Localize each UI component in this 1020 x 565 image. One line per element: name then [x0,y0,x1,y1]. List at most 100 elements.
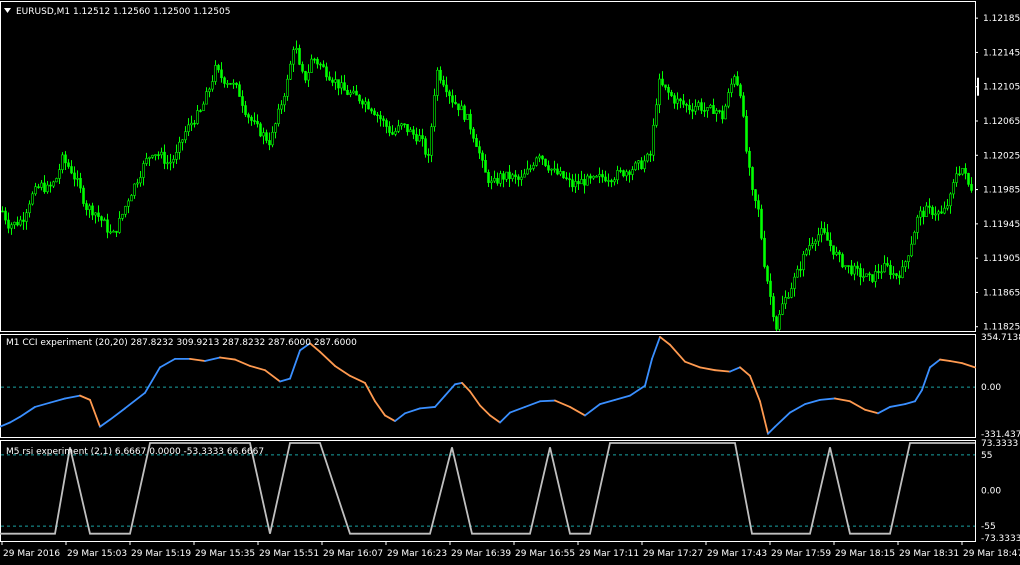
candle-body [805,249,808,255]
candle-body [595,175,598,178]
candle-body [484,160,487,173]
candle-body [517,176,520,180]
candle-body [532,165,535,169]
candle-body [589,175,592,179]
candle-body [526,168,529,175]
candle-body [97,212,100,217]
candle-body [649,153,652,156]
candle-body [319,63,322,66]
pane-1-frame [0,334,976,438]
candle-body [13,221,16,226]
candle-body [619,170,622,172]
candle-body [340,82,343,89]
candle-body [88,205,91,210]
chart-window[interactable]: 1.12185 1.12145 1.12105 1.12065 1.12025 1.119… [0,0,1020,565]
candle-body [775,316,778,330]
candle-body [40,182,43,188]
cci-segment [864,408,879,415]
candle-body [910,243,913,257]
candle-body [46,184,49,193]
candle-body [700,102,703,111]
candle-body [493,178,496,182]
candle-body [52,181,55,187]
candle-body [703,110,706,112]
candle-body [466,113,469,120]
cci-segment [759,400,769,435]
candle-body [58,169,61,179]
candle-body [616,170,619,181]
candle-body [730,83,733,93]
cci-segment [849,400,866,411]
candle-body [823,228,826,233]
candle-body [733,76,736,85]
candle-body [115,230,118,233]
candle-body [34,186,37,195]
cci-segment [109,407,126,421]
cci-segment [99,418,111,428]
cci-indicator-title: M1 CCI experiment (20,20) 287.8232 309.9… [6,338,357,348]
cci-segment [469,390,481,407]
candle-body [955,173,958,183]
candle-body [451,95,454,103]
cci-segment [669,343,686,363]
candle-body [148,156,151,159]
candle-body [10,224,13,229]
cci-segment [889,403,906,408]
candle-body [919,210,922,218]
candle-body [298,48,301,65]
candle-body [229,83,232,85]
candle-body [406,124,409,133]
cci-segment [404,407,421,415]
cci-segment [144,366,161,394]
candle-body [970,184,973,191]
candle-body [391,132,394,135]
candle-body [637,160,640,164]
cci-segment [789,403,806,414]
cci-segment [499,411,511,424]
candle-body [316,58,319,65]
candle-body [811,243,814,246]
candle-body [124,205,127,215]
candle-body [769,280,772,297]
cci-segment [479,404,491,417]
cci-segment [684,360,701,369]
candle-body [430,126,433,156]
price-tick-label: 1.12185 [983,14,1020,24]
candle-body [625,171,628,177]
candle-body [118,218,121,233]
candle-body [697,102,700,107]
candle-body [205,91,208,105]
cci-tick-label: 354.7138 [981,333,1020,343]
candle-body [250,116,253,121]
triangle-down-icon[interactable] [4,8,11,13]
candle-body [85,203,88,210]
candle-body [550,168,553,171]
candle-body [640,160,643,170]
rsi-tick-label: 0.00 [981,487,1001,497]
candle-body [76,178,79,180]
rsi-indicator-title: M5 rsi experiment (2,1) 6.6667 0.0000 -5… [6,447,264,457]
candle-body [940,211,943,214]
candle-body [478,146,481,154]
cci-segment [877,406,891,415]
candle-body [181,139,184,143]
candle-body [64,154,67,164]
candle-body [61,154,64,170]
time-tick-label: 29 Mar 16:23 [387,549,447,559]
candle-body [529,168,532,170]
candle-body [835,251,838,255]
candle-body [244,105,247,115]
candle-body [847,265,850,267]
candle-body [331,79,334,83]
candle-body [871,274,874,282]
candle-body [481,152,484,161]
candle-body [943,207,946,214]
candle-body [475,138,478,147]
candle-body [568,178,571,181]
candle-body [379,115,382,120]
candle-body [79,178,82,189]
cci-segment [651,336,661,360]
candle-body [706,107,709,111]
candle-body [577,181,580,185]
candle-body [781,303,784,315]
